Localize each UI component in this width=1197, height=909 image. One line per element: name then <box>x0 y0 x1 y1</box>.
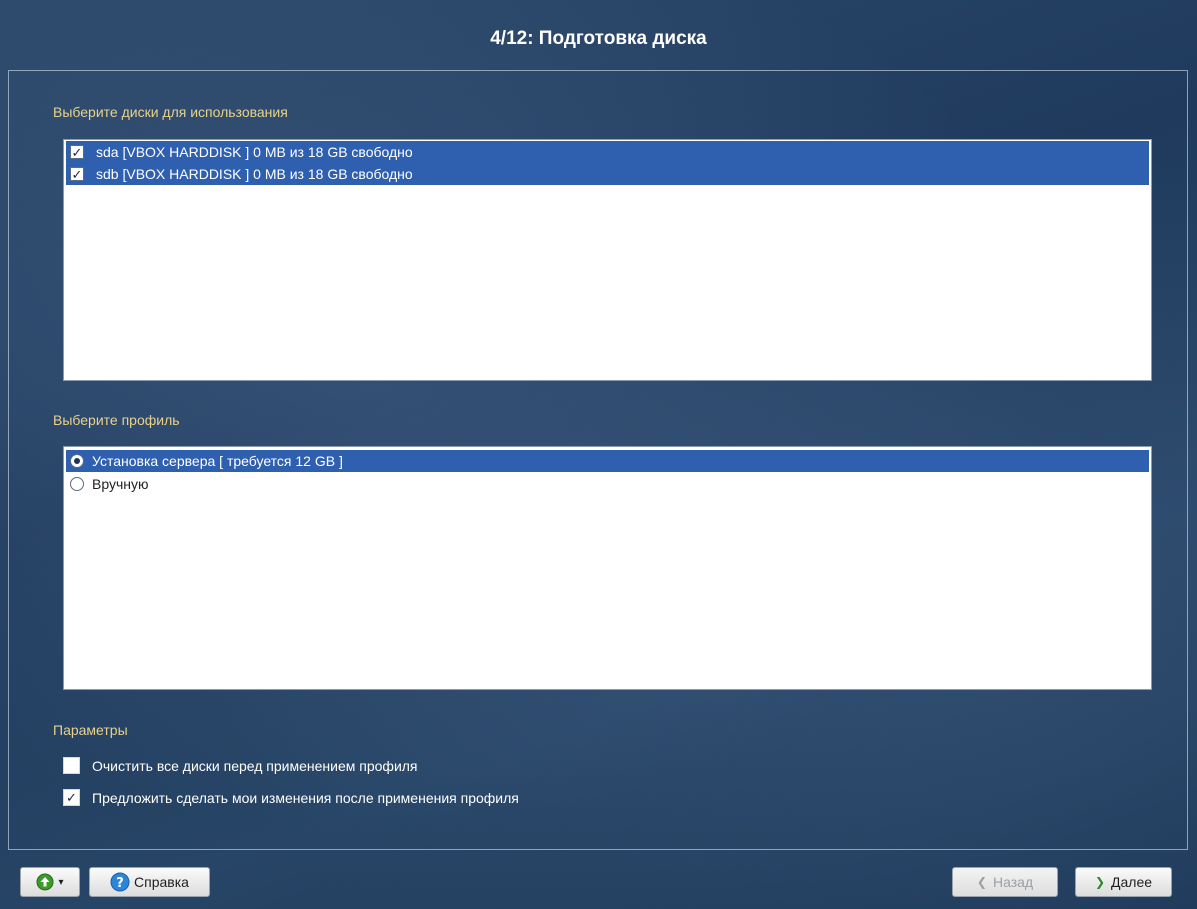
disk-sdb-label: sdb [VBOX HARDDISK ] 0 MB из 18 GB свобо… <box>96 166 413 182</box>
profile-manual-radio[interactable] <box>70 477 84 491</box>
profile-row-server[interactable]: Установка сервера [ требуется 12 GB ] <box>66 450 1149 472</box>
profile-manual-label: Вручную <box>92 476 149 492</box>
next-button[interactable]: ❯ Далее <box>1075 867 1172 897</box>
disks-listbox[interactable]: ✓ sda [VBOX HARDDISK ] 0 MB из 18 GB сво… <box>63 139 1152 381</box>
disk-sdb-checkbox[interactable]: ✓ <box>70 167 84 181</box>
extra-menu-button[interactable]: ▾ <box>20 867 80 897</box>
disk-row-sdb[interactable]: ✓ sdb [VBOX HARDDISK ] 0 MB из 18 GB сво… <box>66 163 1149 185</box>
back-button[interactable]: ❮ Назад <box>952 867 1058 897</box>
back-label: Назад <box>992 874 1034 890</box>
disks-section-label: Выберите диски для использования <box>53 104 288 120</box>
option-wipe-disks[interactable]: Очистить все диски перед применением про… <box>63 757 418 774</box>
help-label: Справка <box>134 874 189 890</box>
next-label: Далее <box>1111 874 1153 890</box>
profile-section-label: Выберите профиль <box>53 412 180 428</box>
svg-text:?: ? <box>116 876 124 891</box>
profile-server-radio[interactable] <box>70 454 84 468</box>
profile-row-manual[interactable]: Вручную <box>66 473 1149 495</box>
green-circle-arrow-icon <box>36 873 54 891</box>
profile-server-label: Установка сервера [ требуется 12 GB ] <box>92 453 343 469</box>
disk-sda-label: sda [VBOX HARDDISK ] 0 MB из 18 GB свобо… <box>96 144 413 160</box>
help-button[interactable]: ? Справка <box>89 867 210 897</box>
installer-screen: 4/12: Подготовка диска Выберите диски дл… <box>0 0 1197 909</box>
chevron-down-icon: ▾ <box>58 876 64 888</box>
profile-listbox[interactable]: Установка сервера [ требуется 12 GB ] Вр… <box>63 446 1152 690</box>
option-offer-changes[interactable]: ✓ Предложить сделать мои изменения после… <box>63 789 519 806</box>
page-title: 4/12: Подготовка диска <box>490 28 707 49</box>
wipe-disks-label: Очистить все диски перед применением про… <box>92 757 418 774</box>
chevron-left-icon: ❮ <box>976 875 987 889</box>
offer-changes-label: Предложить сделать мои изменения после п… <box>92 789 519 806</box>
disk-sda-checkbox[interactable]: ✓ <box>70 145 84 159</box>
disk-row-sda[interactable]: ✓ sda [VBOX HARDDISK ] 0 MB из 18 GB сво… <box>66 141 1149 163</box>
wipe-disks-checkbox[interactable] <box>63 757 80 774</box>
chevron-right-icon: ❯ <box>1094 875 1106 889</box>
params-section-label: Параметры <box>53 722 128 738</box>
help-icon: ? <box>110 872 130 892</box>
offer-changes-checkbox[interactable]: ✓ <box>63 789 80 806</box>
